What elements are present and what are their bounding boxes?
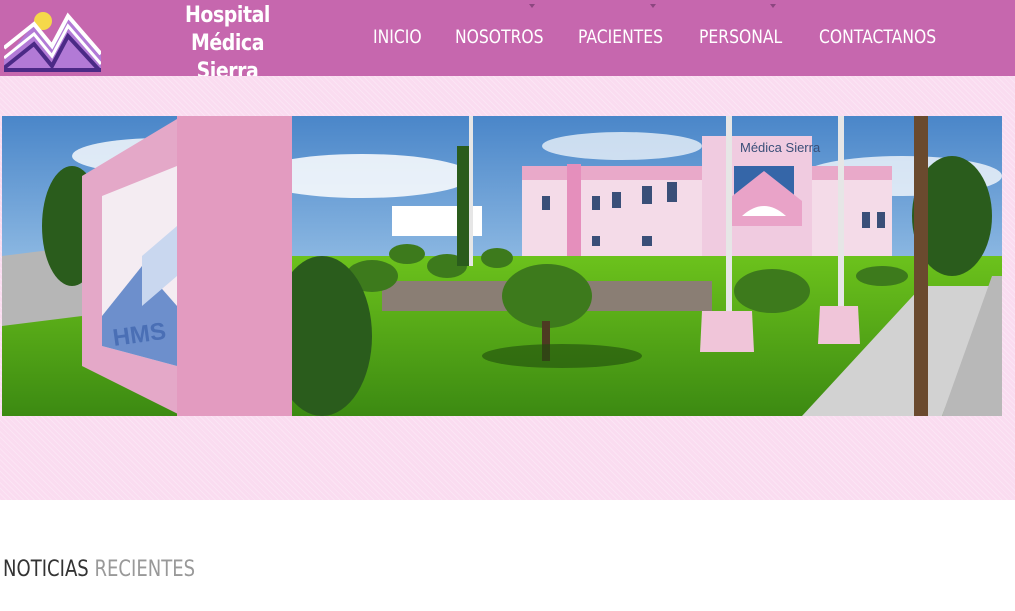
hospital-photo: Médica Sierra HMS [2,116,1002,416]
nav-item-inicio[interactable]: INICIO [373,25,422,49]
main-nav: INICIO NOSOTROS PACIENTES PERSONAL CONTA… [0,0,1015,76]
news-section-title: NOTICIAS RECIENTES [3,556,195,584]
nav-item-personal[interactable]: PERSONAL [699,25,782,49]
nav-item-nosotros[interactable]: NOSOTROS [455,25,544,49]
nav-item-pacientes[interactable]: PACIENTES [578,25,663,49]
caret-down-icon [529,4,535,8]
site-header: Hospital Médica Sierra INICIO NOSOTROS P… [0,0,1015,84]
caret-down-icon [650,4,656,8]
caret-down-icon [770,4,776,8]
news-title-part1: NOTICIAS [3,557,89,582]
nav-item-contactanos[interactable]: CONTACTANOS [819,25,936,49]
hero-banner: Médica Sierra HMS [0,76,1015,500]
building-sign: Médica Sierra [740,140,821,155]
news-title-part2: RECIENTES [94,557,196,582]
